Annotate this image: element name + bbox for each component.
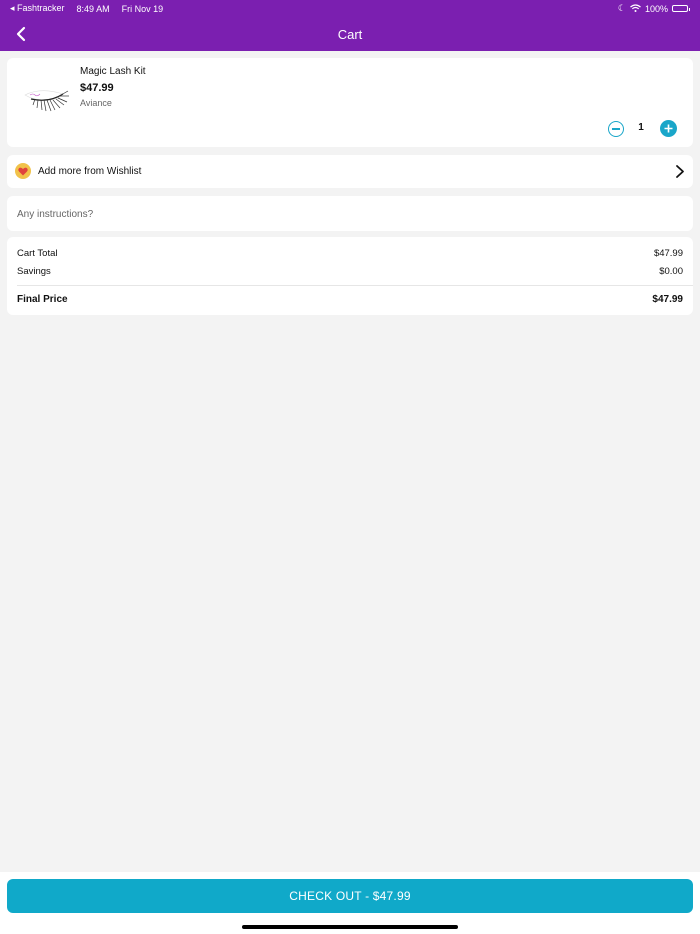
instructions-input[interactable] <box>17 204 677 224</box>
add-from-wishlist-row[interactable]: Add more from Wishlist <box>7 155 693 188</box>
divider <box>17 285 693 286</box>
product-image[interactable] <box>19 70 75 126</box>
increase-quantity-button[interactable] <box>660 120 677 137</box>
product-name[interactable]: Magic Lash Kit <box>80 66 146 77</box>
plus-icon <box>664 124 673 133</box>
wifi-icon <box>630 3 641 14</box>
cart-item-card: Magic Lash Kit $47.99 Aviance 1 <box>7 58 693 147</box>
back-to-app-link[interactable]: ◂ Fashtracker <box>10 3 65 14</box>
price-summary: Cart Total $47.99 Savings $0.00 Final Pr… <box>7 237 693 315</box>
product-price: $47.99 <box>80 82 114 94</box>
chevron-right-icon <box>676 165 684 178</box>
final-price-row: Final Price $47.99 <box>17 294 683 305</box>
status-bar: ◂ Fashtracker 8:49 AM Fri Nov 19 ☾ 100% <box>0 0 700 17</box>
back-button[interactable] <box>10 23 32 45</box>
instructions-card <box>7 196 693 231</box>
product-brand: Aviance <box>80 98 112 108</box>
chevron-left-icon <box>16 26 26 42</box>
final-price-value: $47.99 <box>652 294 683 305</box>
status-date: Fri Nov 19 <box>121 3 164 14</box>
wishlist-label: Add more from Wishlist <box>38 166 142 177</box>
savings-value: $0.00 <box>659 266 683 277</box>
quantity-value: 1 <box>638 122 644 133</box>
home-indicator[interactable] <box>242 925 458 929</box>
heart-icon <box>15 163 31 179</box>
nav-bar: Cart <box>0 17 700 51</box>
cart-total-label: Cart Total <box>17 248 58 259</box>
battery-icon <box>672 5 690 12</box>
cart-total-value: $47.99 <box>653 248 683 259</box>
decrease-quantity-button[interactable] <box>608 121 624 137</box>
checkout-bar: CHECK OUT - $47.99 <box>0 872 700 934</box>
savings-label: Savings <box>17 266 51 277</box>
minus-icon <box>612 128 620 130</box>
savings-row: Savings $0.00 <box>17 266 683 277</box>
moon-icon: ☾ <box>617 3 626 13</box>
battery-percent: 100% <box>644 3 668 14</box>
checkout-button[interactable]: CHECK OUT - $47.99 <box>7 879 693 913</box>
status-time: 8:49 AM <box>76 3 110 14</box>
cart-total-row: Cart Total $47.99 <box>17 248 683 259</box>
page-title: Cart <box>337 26 363 42</box>
final-price-label: Final Price <box>17 294 68 305</box>
